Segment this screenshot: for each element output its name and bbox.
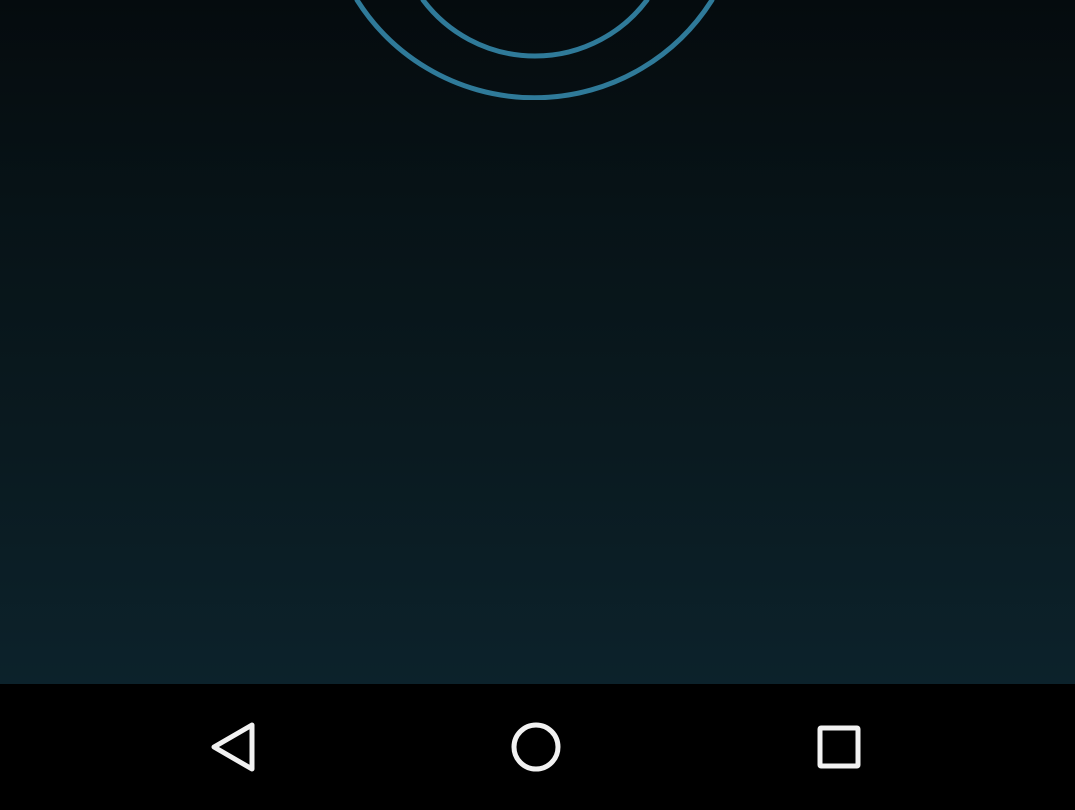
- recents-square-icon: [817, 725, 861, 769]
- inner-ring-arc: [420, 0, 650, 59]
- back-button[interactable]: [143, 684, 323, 810]
- app-content-area: [0, 0, 1075, 684]
- home-circle-icon: [511, 722, 561, 772]
- recents-button[interactable]: [749, 684, 929, 810]
- pulse-rings-graphic: [354, 0, 715, 100]
- phone-screen: [0, 0, 1075, 810]
- back-triangle-icon: [211, 722, 255, 772]
- outer-ring-arc: [354, 0, 715, 100]
- home-button[interactable]: [446, 684, 626, 810]
- navigation-bar: [0, 684, 1075, 810]
